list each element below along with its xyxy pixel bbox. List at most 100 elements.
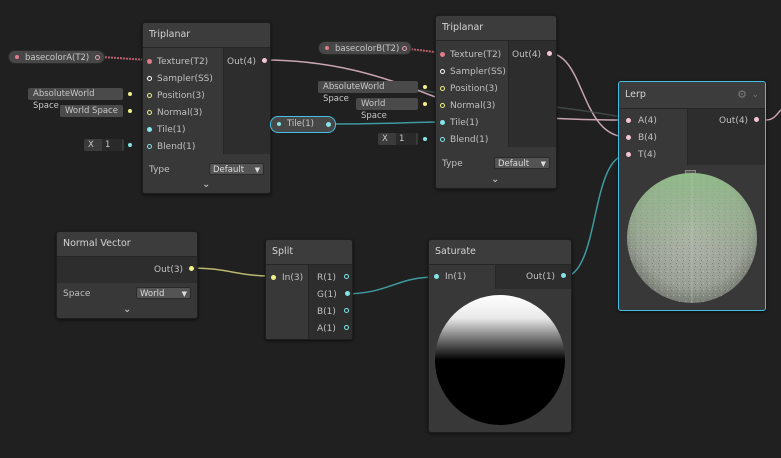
port-blend[interactable]: Blend(1) <box>440 132 488 148</box>
position-port-dot[interactable] <box>440 86 445 91</box>
blend-field-b[interactable]: X 1 <box>378 133 418 145</box>
out-port-dot[interactable] <box>561 273 567 278</box>
lerp-node[interactable]: Lerp ⚙ ⌄ A(4) B(4) T(4) Out(4) ^ <box>618 81 766 311</box>
port-divider <box>508 41 509 147</box>
node-title: Split <box>266 240 352 265</box>
output-port[interactable] <box>326 122 331 127</box>
port-b[interactable]: B(4) <box>626 130 657 146</box>
port-a[interactable]: A(4) <box>626 113 657 129</box>
port-out[interactable]: Out(3) <box>154 262 195 278</box>
port-position[interactable]: Position(3) <box>440 81 498 97</box>
type-dropdown[interactable]: Default ▼ <box>494 157 550 169</box>
port-label: Out(4) <box>719 116 749 126</box>
out-port-dot[interactable] <box>547 51 553 56</box>
dropdown-arrow-icon: ▼ <box>181 290 187 298</box>
in-port-dot[interactable] <box>434 274 439 279</box>
a-port-dot[interactable] <box>626 118 631 123</box>
port-position[interactable]: Position(3) <box>147 88 205 104</box>
port-a[interactable]: A(1) <box>317 321 349 337</box>
b-port-dot[interactable] <box>626 135 631 140</box>
port-normal[interactable]: Normal(3) <box>440 98 495 114</box>
port-r[interactable]: R(1) <box>317 270 350 286</box>
b-port-dot[interactable] <box>343 308 349 313</box>
dropdown-arrow-icon: ▼ <box>540 160 546 168</box>
sampler-port-dot[interactable] <box>147 76 152 81</box>
expand-chevron-down-icon[interactable]: ⌄ <box>491 174 499 186</box>
t-port-dot[interactable] <box>626 152 631 157</box>
blend-port-dot[interactable] <box>147 144 152 149</box>
port-tile[interactable]: Tile(1) <box>147 122 186 138</box>
split-node[interactable]: Split In(3) R(1) G(1) B(1) A(1) <box>265 239 353 340</box>
type-label: Type <box>149 165 170 175</box>
tile-port-dot[interactable] <box>147 127 152 132</box>
blend-port-dot[interactable] <box>440 137 445 142</box>
g-port-dot[interactable] <box>344 291 350 296</box>
position-port-dot[interactable] <box>147 93 152 98</box>
port-sampler[interactable]: Sampler(SS) <box>440 64 506 80</box>
port-out[interactable]: Out(1) <box>526 269 567 285</box>
texture-port-dot[interactable] <box>440 52 445 57</box>
output-port[interactable] <box>95 54 100 60</box>
port-in[interactable]: In(1) <box>434 269 466 285</box>
type-dropdown[interactable]: Default ▼ <box>209 163 264 175</box>
tile-property[interactable]: Tile(1) <box>270 116 336 133</box>
tile-port-dot[interactable] <box>440 120 445 125</box>
type-value: Default <box>213 165 245 175</box>
port-texture[interactable]: Texture(T2) <box>147 54 209 70</box>
expand-chevron-down-icon[interactable]: ⌄ <box>123 304 131 316</box>
port-divider <box>308 265 309 339</box>
output-port[interactable] <box>402 45 407 51</box>
lerp-preview <box>627 172 757 304</box>
sampler-port-dot[interactable] <box>440 69 445 74</box>
port-texture[interactable]: Texture(T2) <box>440 47 501 63</box>
r-port-dot[interactable] <box>344 274 350 279</box>
type-label: Type <box>442 159 463 169</box>
basecolorA-property[interactable]: basecolorA(T2) <box>8 50 105 64</box>
dropdown-arrow-icon: ▼ <box>254 166 260 174</box>
out-port-dot[interactable] <box>754 117 760 122</box>
normal-space-control-b[interactable]: World Space <box>356 98 418 121</box>
position-space-control-b[interactable]: AbsoluteWorld Space <box>318 81 418 104</box>
port-label: Texture(T2) <box>157 57 209 67</box>
port-normal[interactable]: Normal(3) <box>147 105 202 121</box>
property-dot <box>15 55 19 59</box>
out-port-dot[interactable] <box>189 266 195 271</box>
chevron-down-icon[interactable]: ⌄ <box>751 82 759 108</box>
port-label: Position(3) <box>157 91 205 101</box>
gear-icon[interactable]: ⚙ <box>737 82 747 108</box>
normal-port-dot[interactable] <box>440 103 445 108</box>
blend-value[interactable]: 1 <box>102 139 122 151</box>
saturate-node[interactable]: Saturate In(1) Out(1) <box>428 239 572 433</box>
normal-port-dot[interactable] <box>147 110 152 115</box>
triplanar-node-a[interactable]: Triplanar Texture(T2) Sampler(SS) Positi… <box>142 22 271 194</box>
triplanar-node-b[interactable]: Triplanar Texture(T2) Sampler(SS) Positi… <box>435 15 557 189</box>
a-port-dot[interactable] <box>343 325 349 330</box>
property-dot <box>277 122 281 126</box>
basecolorB-property[interactable]: basecolorB(T2) <box>318 41 412 55</box>
port-out[interactable]: Out(4) <box>512 47 553 63</box>
port-label: Out(3) <box>154 265 184 275</box>
port-b[interactable]: B(1) <box>317 304 349 320</box>
in-port-dot[interactable] <box>271 275 276 280</box>
normal-space-control-a[interactable]: World Space <box>60 105 123 117</box>
node-ports: In(3) R(1) G(1) B(1) A(1) <box>266 265 352 339</box>
port-sampler[interactable]: Sampler(SS) <box>147 71 213 87</box>
space-dropdown[interactable]: World ▼ <box>136 287 191 299</box>
wire-triplanarB-lerpB <box>547 52 628 138</box>
normal-vector-node[interactable]: Normal Vector Out(3) Space World ▼ ⌄ <box>56 231 198 319</box>
texture-port-dot[interactable] <box>147 59 152 64</box>
expand-chevron-down-icon[interactable]: ⌄ <box>202 179 210 191</box>
port-in[interactable]: In(3) <box>271 270 303 286</box>
port-tile[interactable]: Tile(1) <box>440 115 479 131</box>
out-port-dot[interactable] <box>262 58 268 63</box>
blend-field-a[interactable]: X 1 <box>84 139 124 151</box>
port-out[interactable]: Out(4) <box>719 113 760 129</box>
port-out[interactable]: Out(4) <box>227 54 268 70</box>
position-space-control-a[interactable]: AbsoluteWorld Space <box>28 88 123 111</box>
port-g[interactable]: G(1) <box>317 287 350 303</box>
port-t[interactable]: T(4) <box>626 147 656 163</box>
shader-graph-canvas[interactable]: basecolorA(T2) basecolorB(T2) AbsoluteWo… <box>0 0 781 458</box>
blend-value[interactable]: 1 <box>396 133 416 145</box>
port-blend[interactable]: Blend(1) <box>147 139 195 155</box>
port-label: R(1) <box>317 273 337 283</box>
